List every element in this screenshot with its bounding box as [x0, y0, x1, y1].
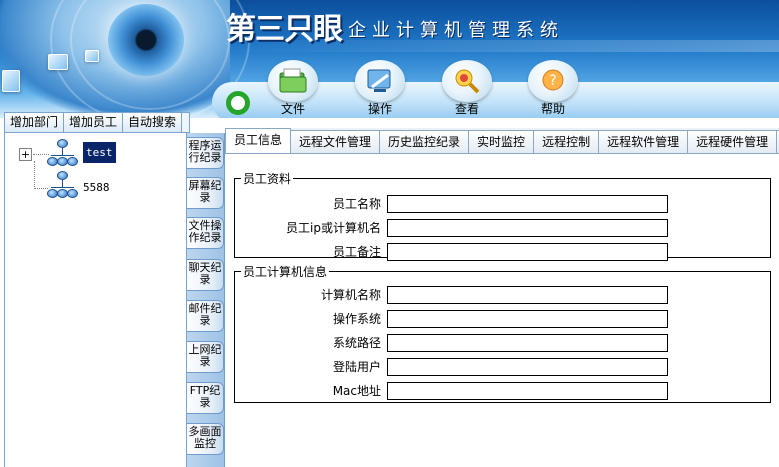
side-tab-ftp-log[interactable]: FTP纪录: [187, 382, 224, 414]
tree-connector: [34, 161, 35, 189]
side-tab-multiscreen[interactable]: 多画面监控: [187, 423, 224, 455]
toolbar-help-label: 帮助: [540, 102, 565, 116]
employee-info-legend: 员工资料: [243, 172, 292, 186]
employee-ip-input[interactable]: [387, 219, 668, 237]
app-subtitle: 企业计算机管理系统: [348, 20, 564, 41]
tab-remote-software[interactable]: 远程软件管理: [598, 130, 689, 153]
os-input[interactable]: [387, 310, 668, 328]
monitor-icon: [48, 54, 68, 70]
toolbar-view-label: 查看: [454, 102, 479, 116]
network-icon: [47, 171, 79, 201]
app-title: 第三只眼: [226, 12, 343, 47]
computer-info-group: 员工计算机信息 计算机名称 操作系统 系统路径 登陆用户 Mac地址: [234, 263, 771, 403]
monitor-icon: [85, 50, 99, 62]
tab-remote-file[interactable]: 远程文件管理: [290, 130, 381, 153]
department-tree: + test 5588: [4, 133, 187, 467]
tab-history-monitor[interactable]: 历史监控纪录: [379, 130, 470, 153]
operation-icon: [355, 60, 405, 102]
field-label: 操作系统: [332, 312, 381, 326]
tab-remote-control[interactable]: 远程控制: [533, 130, 600, 153]
toolbar-view-button[interactable]: 查看: [434, 60, 500, 119]
side-tab-mail-log[interactable]: 邮件纪录: [187, 300, 224, 332]
tree-node-label[interactable]: test: [83, 142, 116, 163]
auto-search-tab[interactable]: 自动搜索: [123, 113, 183, 132]
computer-name-input[interactable]: [387, 286, 668, 304]
field-label: 登陆用户: [332, 360, 381, 374]
toolbar-file-label: 文件: [280, 102, 305, 116]
side-tab-program-log[interactable]: 程序运行纪录: [187, 137, 224, 169]
toolbar-operation-label: 操作: [367, 102, 392, 116]
field-label: 系统路径: [332, 336, 381, 350]
monitor-icon: [2, 70, 20, 92]
eye-iris-icon: [108, 4, 184, 76]
field-label: 员工名称: [332, 197, 381, 211]
tab-realtime-monitor[interactable]: 实时监控: [468, 130, 535, 153]
field-label: Mac地址: [332, 384, 381, 398]
side-tab-file-log[interactable]: 文件操作纪录: [187, 217, 224, 249]
login-user-input[interactable]: [387, 358, 668, 376]
tab-employee-info[interactable]: 员工信息: [225, 128, 292, 153]
side-tab-chat-log[interactable]: 聊天纪录: [187, 259, 224, 291]
main-panel: 员工信息 远程文件管理 历史监控纪录 实时监控 远程控制 远程软件管理 远程硬件…: [225, 128, 779, 467]
network-icon: [47, 139, 79, 169]
add-department-tab[interactable]: 增加部门: [5, 113, 65, 132]
field-label: 计算机名称: [320, 288, 381, 302]
system-path-input[interactable]: [387, 334, 668, 352]
field-label: 员工ip或计算机名: [286, 221, 381, 235]
mac-address-input[interactable]: [387, 382, 668, 400]
status-ring-icon: [226, 91, 250, 115]
side-tab-web-log[interactable]: 上网纪录: [187, 341, 224, 373]
left-tab-bar: 增加部门 增加员工 自动搜索: [4, 112, 190, 133]
record-tabs: 程序运行纪录 屏幕纪录 文件操作纪录 聊天纪录 邮件纪录 上网纪录 FTP纪录 …: [187, 133, 225, 467]
field-label: 员工备注: [332, 245, 381, 259]
side-tab-screen-log[interactable]: 屏幕纪录: [187, 177, 224, 209]
toolbar-help-button[interactable]: ? 帮助: [520, 60, 586, 119]
tree-node-label[interactable]: 5588: [83, 181, 110, 194]
tree-expand-icon[interactable]: +: [19, 148, 32, 161]
help-icon: ?: [528, 60, 578, 102]
tree-connector: [34, 188, 48, 189]
view-icon: [442, 60, 492, 102]
employee-name-input[interactable]: [387, 195, 668, 213]
add-employee-tab[interactable]: 增加员工: [64, 113, 124, 132]
svg-text:?: ?: [549, 73, 556, 89]
main-tab-bar: 员工信息 远程文件管理 历史监控纪录 实时监控 远程控制 远程软件管理 远程硬件…: [225, 128, 779, 154]
computer-info-legend: 员工计算机信息: [243, 265, 328, 279]
folder-icon: [268, 60, 318, 102]
tab-remote-hardware[interactable]: 远程硬件管理: [687, 130, 778, 153]
toolbar-file-button[interactable]: 文件: [260, 60, 326, 119]
employee-note-input[interactable]: [387, 243, 668, 261]
toolbar-operation-button[interactable]: 操作: [347, 60, 413, 119]
employee-info-group: 员工资料 员工名称 员工ip或计算机名 员工备注: [234, 170, 771, 261]
